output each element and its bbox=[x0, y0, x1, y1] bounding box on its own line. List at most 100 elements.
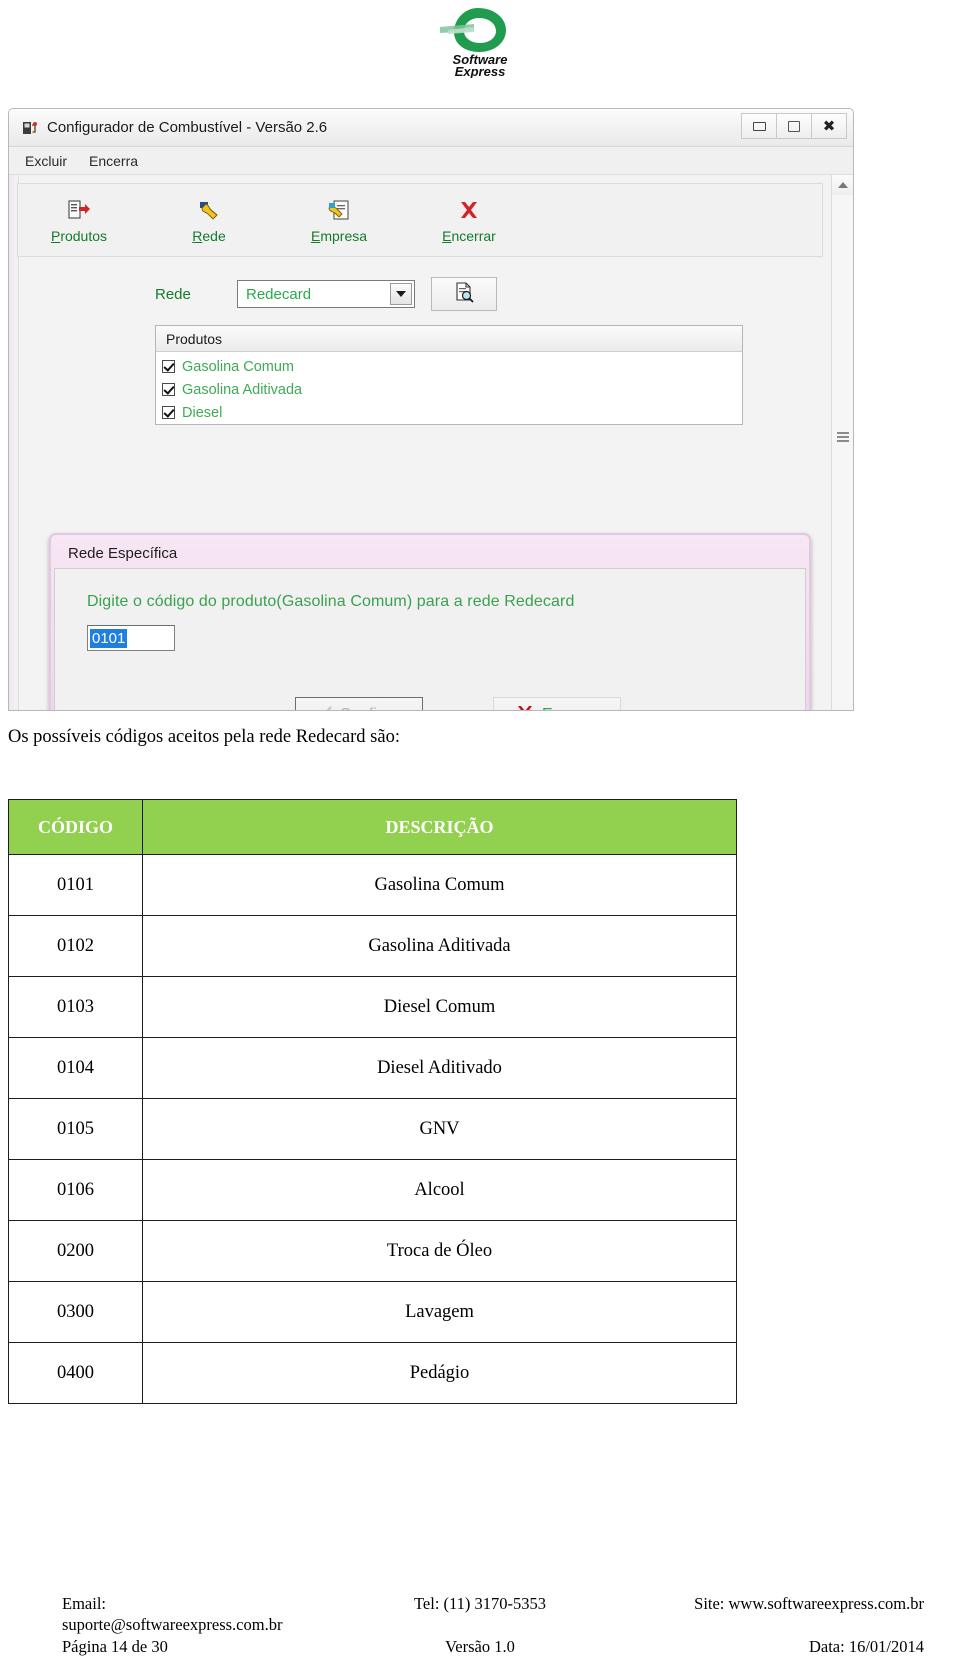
fuel-pump-icon bbox=[21, 119, 39, 137]
rede-label: Rede bbox=[155, 285, 191, 303]
produtos-group-header: Produtos bbox=[156, 326, 742, 352]
footer-date: Data: 16/01/2014 bbox=[808, 1637, 925, 1657]
table-row: 0300 Lavagem bbox=[8, 1281, 737, 1343]
table-body: 0101 Gasolina Comum 0102 Gasolina Aditiv… bbox=[8, 854, 737, 1404]
codigo-input-value: 0101 bbox=[90, 628, 128, 648]
scrollbar-track[interactable] bbox=[832, 195, 853, 710]
produtos-icon bbox=[67, 197, 91, 223]
window-client-area: Produtos Rede Empresa Encerrar Rede Rede… bbox=[9, 175, 831, 710]
rede-field-row: Rede Redecard bbox=[9, 277, 831, 311]
cell-descricao: Diesel Aditivado bbox=[142, 1037, 737, 1099]
cell-descricao: Troca de Óleo bbox=[142, 1220, 737, 1282]
toolbar-label-encerrar: Encerrar bbox=[442, 227, 496, 244]
menu-item-encerra[interactable]: Encerra bbox=[89, 153, 138, 169]
cell-descricao: GNV bbox=[142, 1098, 737, 1160]
brand-logo-area: Software Express bbox=[0, 0, 960, 78]
confirma-button[interactable]: Confirma bbox=[295, 697, 423, 710]
page-footer: Email: suporte@softwareexpress.com.br Te… bbox=[0, 1593, 960, 1658]
cell-descricao: Pedágio bbox=[142, 1342, 737, 1404]
table-row: 0104 Diesel Aditivado bbox=[8, 1037, 737, 1099]
cell-codigo: 0102 bbox=[8, 915, 143, 977]
app-menu-bar: Excluir Encerra bbox=[9, 147, 853, 175]
cell-codigo: 0103 bbox=[8, 976, 143, 1038]
cell-codigo: 0104 bbox=[8, 1037, 143, 1099]
vertical-scrollbar[interactable] bbox=[831, 175, 853, 710]
produto-checkbox-row[interactable]: Gasolina Comum bbox=[162, 355, 742, 378]
encerra-label: Encerra bbox=[542, 706, 598, 710]
produto-checkbox-row[interactable]: Gasolina Aditivada bbox=[162, 378, 742, 401]
toolbar-label-produtos: Produtos bbox=[50, 227, 108, 244]
rede-especifica-dialog: Rede Específica Digite o código do produ… bbox=[49, 533, 811, 710]
encerra-button[interactable]: Encerra bbox=[493, 697, 621, 710]
footer-contact-row: Email: suporte@softwareexpress.com.br Te… bbox=[0, 1593, 960, 1637]
embedded-app-screenshot: Configurador de Combustível - Versão 2.6… bbox=[8, 108, 854, 711]
footer-meta-row: Página 14 de 30 Versão 1.0 Data: 16/01/2… bbox=[0, 1636, 960, 1658]
logo-mark: Software Express bbox=[440, 8, 507, 78]
dialog-title: Rede Específica bbox=[68, 544, 178, 562]
dialog-body: Digite o código do produto(Gasolina Comu… bbox=[54, 568, 806, 710]
rede-selected-value: Redecard bbox=[246, 285, 312, 303]
table-row: 0103 Diesel Comum bbox=[8, 976, 737, 1038]
footer-email: Email: suporte@softwareexpress.com.br bbox=[62, 1593, 283, 1635]
encerrar-icon bbox=[457, 197, 481, 223]
checkbox-checked-icon[interactable] bbox=[162, 360, 175, 373]
produtos-group-box: Produtos Gasolina Comum Gasolina Aditiva… bbox=[155, 325, 743, 425]
cell-codigo: 0200 bbox=[8, 1220, 143, 1282]
produtos-checkbox-list: Gasolina Comum Gasolina Aditivada Diesel bbox=[156, 352, 742, 424]
scrollbar-grip-icon[interactable] bbox=[837, 431, 849, 444]
cell-codigo: 0101 bbox=[8, 854, 143, 916]
cell-codigo: 0105 bbox=[8, 1098, 143, 1160]
checkbox-checked-icon[interactable] bbox=[162, 383, 175, 396]
scroll-up-arrow-icon[interactable] bbox=[832, 175, 853, 195]
column-header-codigo: CÓDIGO bbox=[8, 799, 143, 855]
cell-descricao: Gasolina Comum bbox=[142, 854, 737, 916]
close-icon[interactable]: ✖ bbox=[811, 113, 847, 139]
cell-descricao: Lavagem bbox=[142, 1281, 737, 1343]
confirma-label: Confirma bbox=[340, 706, 405, 710]
rede-select[interactable]: Redecard bbox=[237, 280, 415, 308]
table-row: 0101 Gasolina Comum bbox=[8, 854, 737, 916]
table-header: CÓDIGO DESCRIÇÃO bbox=[8, 799, 737, 855]
produto-label: Gasolina Comum bbox=[182, 358, 295, 375]
window-controls: ✖ bbox=[741, 113, 847, 139]
table-row: 0102 Gasolina Aditivada bbox=[8, 915, 737, 977]
table-row: 0105 GNV bbox=[8, 1098, 737, 1160]
codigo-input[interactable]: 0101 bbox=[87, 625, 175, 651]
footer-tel: Tel: (11) 3170-5353 bbox=[413, 1593, 547, 1613]
check-icon bbox=[314, 705, 332, 710]
rede-icon bbox=[197, 197, 221, 223]
document-search-button[interactable] bbox=[431, 277, 497, 311]
red-x-icon bbox=[516, 705, 534, 710]
software-express-logo: Software Express bbox=[434, 6, 526, 78]
app-toolbar: Produtos Rede Empresa Encerrar bbox=[17, 183, 823, 257]
dialog-button-row: Confirma Encerra bbox=[295, 697, 621, 710]
codigos-table: CÓDIGO DESCRIÇÃO 0101 Gasolina Comum 010… bbox=[8, 799, 737, 1404]
toolbar-button-rede[interactable]: Rede bbox=[166, 197, 252, 244]
table-header-row: CÓDIGO DESCRIÇÃO bbox=[8, 799, 737, 855]
window-body: Produtos Rede Empresa Encerrar Rede Rede… bbox=[9, 175, 853, 710]
maximize-icon[interactable] bbox=[776, 113, 812, 139]
logo-text-line2: Express bbox=[455, 64, 506, 78]
dialog-prompt-text: Digite o código do produto(Gasolina Comu… bbox=[87, 593, 575, 610]
footer-site: Site: www.softwareexpress.com.br bbox=[694, 1593, 925, 1613]
toolbar-button-produtos[interactable]: Produtos bbox=[36, 197, 122, 244]
chevron-down-icon[interactable] bbox=[390, 283, 412, 305]
toolbar-button-empresa[interactable]: Empresa bbox=[296, 197, 382, 244]
table-row: 0106 Alcool bbox=[8, 1159, 737, 1221]
toolbar-button-encerrar[interactable]: Encerrar bbox=[426, 197, 512, 244]
checkbox-checked-icon[interactable] bbox=[162, 406, 175, 419]
produto-checkbox-row[interactable]: Diesel bbox=[162, 401, 742, 424]
cell-descricao: Gasolina Aditivada bbox=[142, 915, 737, 977]
cell-descricao: Alcool bbox=[142, 1159, 737, 1221]
produto-label: Gasolina Aditivada bbox=[182, 381, 303, 398]
cell-descricao: Diesel Comum bbox=[142, 976, 737, 1038]
footer-version: Versão 1.0 bbox=[445, 1637, 515, 1657]
minimize-icon[interactable] bbox=[741, 113, 777, 139]
table-row: 0400 Pedágio bbox=[8, 1342, 737, 1404]
table-row: 0200 Troca de Óleo bbox=[8, 1220, 737, 1282]
produto-label: Diesel bbox=[182, 404, 223, 421]
menu-item-excluir[interactable]: Excluir bbox=[25, 153, 67, 169]
column-header-descricao: DESCRIÇÃO bbox=[142, 799, 737, 855]
cell-codigo: 0106 bbox=[8, 1159, 143, 1221]
window-title-bar: Configurador de Combustível - Versão 2.6… bbox=[9, 109, 853, 147]
